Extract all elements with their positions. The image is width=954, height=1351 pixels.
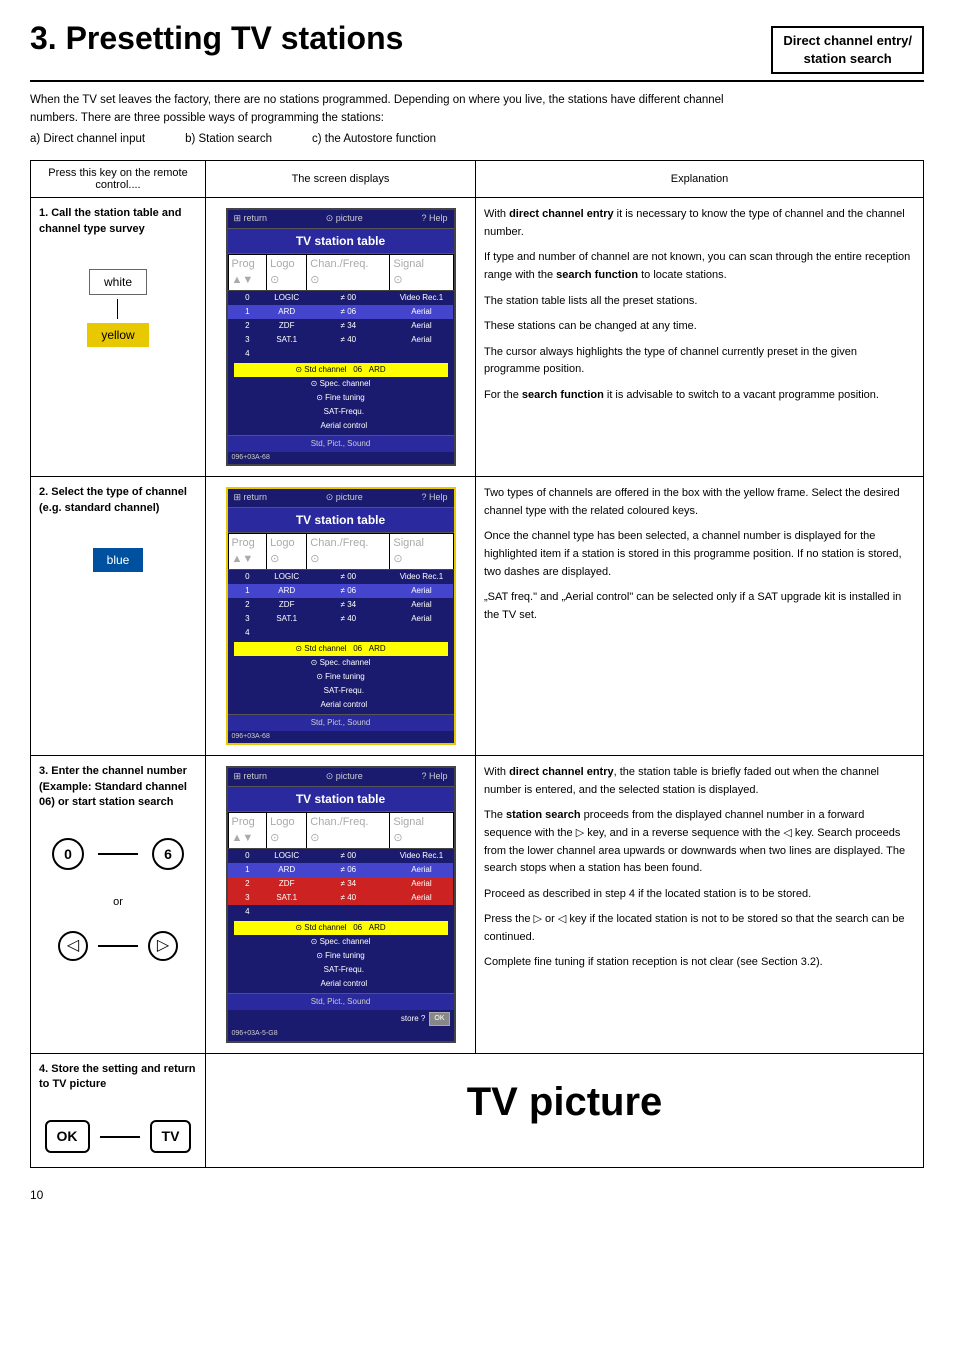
key-0[interactable]: 0 (52, 838, 84, 870)
expl3-p4: Press the ▷ or ◁ key if the located stat… (484, 911, 915, 946)
tv-code-2: 096+03A-68 (228, 731, 454, 744)
step4-row: 4. Store the setting and return to TV pi… (31, 1053, 924, 1168)
tv-inner-table-2: Prog▲▼ Logo⊙ Chan./Freq.⊙ Signal⊙ 0LOGIC… (228, 533, 454, 640)
tv-bottom-1: Std, Pict., Sound (228, 435, 454, 452)
arrow-left-key[interactable]: ◁ (58, 931, 88, 961)
step3-remote-content: 3. Enter the channel number (Example: St… (39, 764, 197, 967)
step1-color-labels: white yellow (87, 265, 148, 351)
tv-menubar-1: ⊞ return ⊙ picture ? Help (228, 210, 454, 229)
yellow-label: yellow (87, 323, 148, 347)
step2-tv-screen: ⊞ return ⊙ picture ? Help TV station tab… (226, 487, 456, 745)
step2-screen-cell: ⊞ return ⊙ picture ? Help TV station tab… (206, 477, 476, 756)
expl1-p1: With direct channel entry it is necessar… (484, 206, 915, 241)
step3-screen-cell: ⊞ return ⊙ picture ? Help TV station tab… (206, 756, 476, 1054)
ok-tv-connector (100, 1136, 140, 1138)
main-table: Press this key on the remote control....… (30, 160, 924, 1168)
tv-menu-items-2: ⊙ Std channel 06 ARD ⊙ Spec. channel ⊙ F… (228, 640, 454, 714)
tv-menu-items-3: ⊙ Std channel 06 ARD ⊙ Spec. channel ⊙ F… (228, 919, 454, 993)
key-row-arrows: ◁ ▷ (58, 931, 178, 961)
page-title: 3. Presetting TV stations (30, 20, 403, 57)
subtitle-line2: station search (783, 50, 912, 68)
tv-inner-table-1: Prog▲▼ Logo⊙ Chan./Freq.⊙ Signal⊙ 0LOGIC… (228, 254, 454, 361)
intro-text: When the TV set leaves the factory, ther… (30, 92, 924, 148)
tv-store-bar: store ? OK (228, 1010, 454, 1029)
tv-inner-table-3: Prog▲▼ Logo⊙ Chan./Freq.⊙ Signal⊙ 0LOGIC… (228, 812, 454, 919)
tv-bottom-3: Std, Pict., Sound (228, 993, 454, 1010)
step2-remote-cell: 2. Select the type of channel (e.g. stan… (31, 477, 206, 756)
store-ok-btn[interactable]: OK (429, 1012, 449, 1027)
step3-row: 3. Enter the channel number (Example: St… (31, 756, 924, 1054)
step4-heading: 4. Store the setting and return to TV pi… (39, 1062, 197, 1093)
expl3-p1: With direct channel entry, the station t… (484, 764, 915, 799)
tv-title-1: TV station table (228, 229, 454, 254)
expl3-p5: Complete fine tuning if station receptio… (484, 954, 915, 972)
tv-picture-label: TV picture (214, 1072, 915, 1132)
expl3-p2: The station search proceeds from the dis… (484, 807, 915, 877)
step2-heading: 2. Select the type of channel (e.g. stan… (39, 485, 197, 516)
step3-explain-cell: With direct channel entry, the station t… (476, 756, 924, 1054)
tv-menubar-2: ⊞ return ⊙ picture ? Help (228, 489, 454, 508)
step1-heading: 1. Call the station table and channel ty… (39, 206, 197, 237)
step4-remote-cell: 4. Store the setting and return to TV pi… (31, 1053, 206, 1168)
arrow-right-key[interactable]: ▷ (148, 931, 178, 961)
expl2-p2: Once the channel type has been selected,… (484, 528, 915, 581)
tv-title-2: TV station table (228, 508, 454, 533)
expl2-p3: „SAT freq." and „Aerial control" can be … (484, 589, 915, 624)
tv-title-3: TV station table (228, 787, 454, 812)
tv-button[interactable]: TV (150, 1120, 192, 1153)
expl2-p1: Two types of channels are offered in the… (484, 485, 915, 520)
tv-menubar-3: ⊞ return ⊙ picture ? Help (228, 768, 454, 787)
connector-dash-2 (98, 945, 138, 947)
tv-bottom-2: Std, Pict., Sound (228, 714, 454, 731)
step2-row: 2. Select the type of channel (e.g. stan… (31, 477, 924, 756)
expl1-p6: For the search function it is advisable … (484, 387, 915, 405)
step3-remote-cell: 3. Enter the channel number (Example: St… (31, 756, 206, 1054)
step4-key-row: OK TV (45, 1120, 192, 1153)
tv-menu-items-1: ⊙ Std channel 06 ARD ⊙ Spec. channel ⊙ F… (228, 361, 454, 435)
connector-line-1 (117, 299, 118, 319)
subtitle-line1: Direct channel entry/ (783, 32, 912, 50)
col-header-screen: The screen displays (206, 161, 476, 198)
white-label: white (89, 269, 147, 295)
step4-remote-content: 4. Store the setting and return to TV pi… (39, 1062, 197, 1160)
expl3-p3: Proceed as described in step 4 if the lo… (484, 886, 915, 904)
step1-tv-screen: ⊞ return ⊙ picture ? Help TV station tab… (226, 208, 456, 466)
expl1-p5: The cursor always highlights the type of… (484, 344, 915, 379)
subtitle-box: Direct channel entry/ station search (771, 26, 924, 74)
blue-label: blue (93, 548, 144, 572)
col-header-explain: Explanation (476, 161, 924, 198)
step2-remote-content: 2. Select the type of channel (e.g. stan… (39, 485, 197, 576)
step1-remote-cell: 1. Call the station table and channel ty… (31, 198, 206, 477)
intro-methods: a) Direct channel input b) Station searc… (30, 131, 924, 148)
key-6[interactable]: 6 (152, 838, 184, 870)
page-number: 10 (30, 1188, 924, 1202)
page-header: 3. Presetting TV stations Direct channel… (30, 20, 924, 82)
step3-controls: 0 6 or ◁ ▷ (48, 828, 188, 967)
step3-heading: 3. Enter the channel number (Example: St… (39, 764, 197, 810)
step3-tv-screen: ⊞ return ⊙ picture ? Help TV station tab… (226, 766, 456, 1043)
step2-explain-cell: Two types of channels are offered in the… (476, 477, 924, 756)
expl1-p3: The station table lists all the preset s… (484, 293, 915, 311)
step1-screen-cell: ⊞ return ⊙ picture ? Help TV station tab… (206, 198, 476, 477)
tv-code-3: 096+03A-5-G8 (228, 1028, 454, 1041)
key-row-numbers: 0 6 (48, 834, 188, 874)
step1-row: 1. Call the station table and channel ty… (31, 198, 924, 477)
step1-explain-cell: With direct channel entry it is necessar… (476, 198, 924, 477)
step1-remote-content: 1. Call the station table and channel ty… (39, 206, 197, 351)
expl1-p4: These stations can be changed at any tim… (484, 318, 915, 336)
col-header-remote: Press this key on the remote control.... (31, 161, 206, 198)
connector-dash-1 (98, 853, 138, 855)
expl1-p2: If type and number of channel are not kn… (484, 249, 915, 284)
tv-code-1: 096+03A-68 (228, 452, 454, 465)
step2-color-labels: blue (93, 544, 144, 576)
or-text: or (113, 894, 123, 911)
step4-screen-cell: TV picture (206, 1053, 924, 1168)
white-label-container: white (87, 265, 148, 299)
blue-label-container: blue (93, 544, 144, 576)
yellow-label-container: yellow (87, 319, 148, 351)
ok-button[interactable]: OK (45, 1120, 90, 1153)
